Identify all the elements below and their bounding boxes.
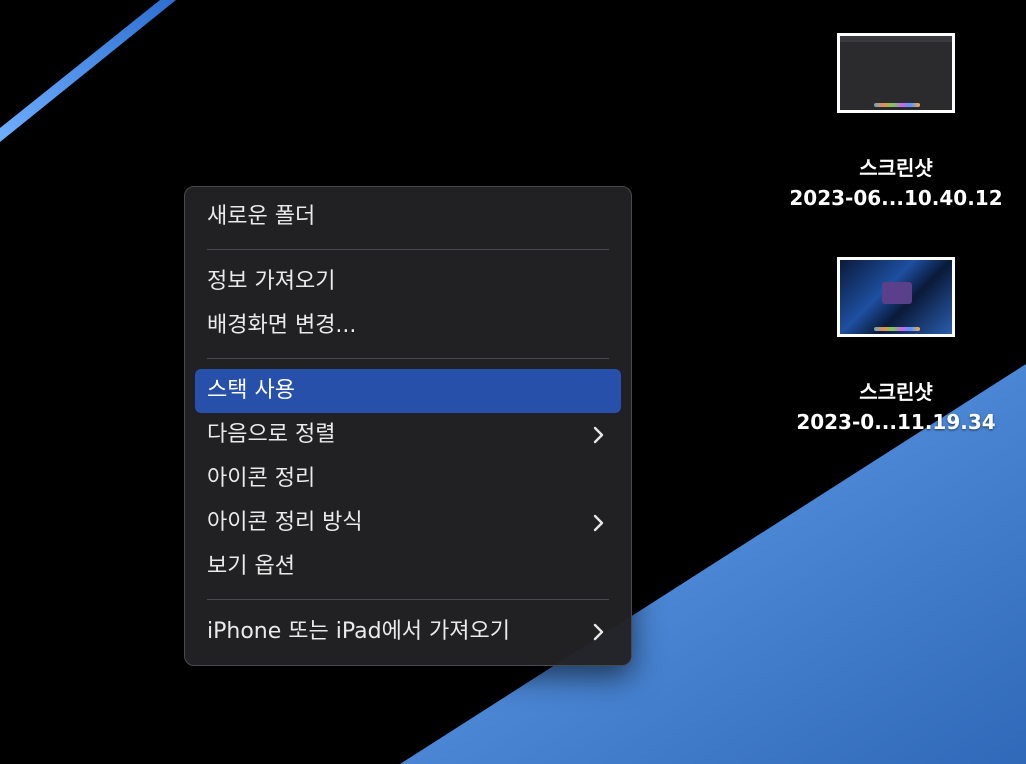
file-label: 스크린샷 2023-0...11.19.34 [796, 380, 996, 434]
screenshot-thumbnail [837, 257, 955, 337]
desktop-file-screenshot-1[interactable]: 스크린샷 2023-06...10.40.12 [771, 33, 1021, 213]
menu-item-label: 새로운 폴더 [207, 204, 316, 229]
menu-item-label: 스택 사용 [207, 378, 295, 403]
menu-item-label: 배경화면 변경... [207, 313, 357, 338]
menu-item-new-folder[interactable]: 새로운 폴더 [195, 195, 621, 239]
chevron-right-icon [593, 623, 604, 641]
desktop-file-screenshot-2[interactable]: 스크린샷 2023-0...11.19.34 [771, 257, 1021, 437]
menu-item-change-wallpaper[interactable]: 배경화면 변경... [195, 304, 621, 348]
desktop[interactable]: 스크린샷 2023-06...10.40.12 스크린샷 2023-0...11… [0, 0, 1026, 764]
menu-separator [207, 599, 609, 600]
menu-item-label: 아이콘 정리 방식 [207, 510, 363, 535]
menu-item-label: 아이콘 정리 [207, 466, 316, 491]
menu-item-label: 정보 가져오기 [207, 269, 336, 294]
menu-separator [207, 358, 609, 359]
menu-item-clean-up-by[interactable]: 아이콘 정리 방식 [195, 501, 621, 545]
menu-item-label: iPhone 또는 iPad에서 가져오기 [207, 619, 510, 644]
menu-item-use-stacks[interactable]: 스택 사용 [195, 369, 621, 413]
menu-item-clean-up[interactable]: 아이콘 정리 [195, 457, 621, 501]
menu-item-label: 다음으로 정렬 [207, 422, 336, 447]
menu-item-import-from-iphone[interactable]: iPhone 또는 iPad에서 가져오기 [195, 610, 621, 654]
wallpaper-streak [0, 0, 176, 142]
chevron-right-icon [593, 514, 604, 532]
menu-item-view-options[interactable]: 보기 옵션 [195, 545, 621, 589]
file-label: 스크린샷 2023-06...10.40.12 [789, 156, 1003, 210]
menu-item-get-info[interactable]: 정보 가져오기 [195, 260, 621, 304]
screenshot-thumbnail [837, 33, 955, 113]
context-menu: 새로운 폴더 정보 가져오기 배경화면 변경... 스택 사용 다음으로 정렬 … [184, 186, 632, 666]
menu-item-sort-by[interactable]: 다음으로 정렬 [195, 413, 621, 457]
menu-separator [207, 249, 609, 250]
menu-item-label: 보기 옵션 [207, 554, 295, 579]
chevron-right-icon [593, 426, 604, 444]
